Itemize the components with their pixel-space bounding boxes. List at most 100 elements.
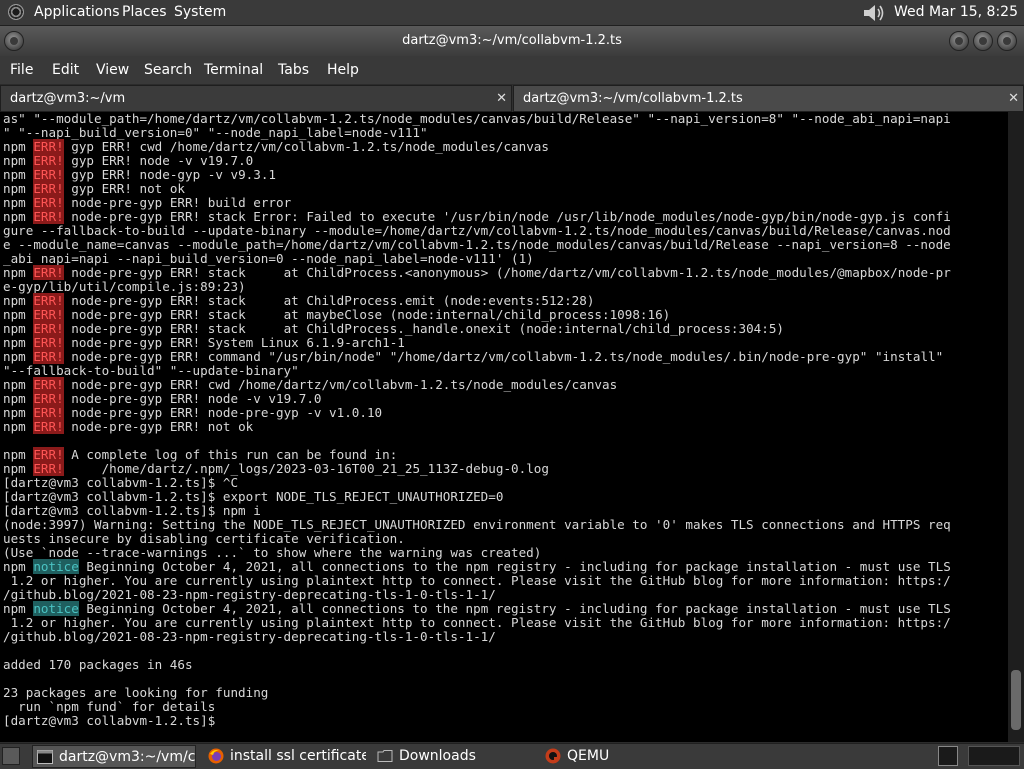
terminal-text-segment: npm: [3, 265, 34, 280]
terminal-text-segment: node-pre-gyp ERR! build error: [63, 195, 292, 210]
terminal-text-segment: npm: [3, 209, 34, 224]
scrollbar-thumb[interactable]: [1011, 670, 1021, 730]
terminal-line: npm ERR! node-pre-gyp ERR! command "/usr…: [3, 349, 951, 364]
terminal-line: uests insecure by disabling certificate …: [3, 532, 951, 546]
terminal-line: run `npm fund` for details: [3, 700, 951, 714]
menu-search[interactable]: Search: [144, 56, 192, 84]
terminal-text-segment: /home/dartz/.npm/_logs/2023-03-16T00_21_…: [63, 461, 549, 476]
terminal-text-segment: gure --fallback-to-build --update-binary…: [3, 223, 951, 238]
terminal-text-segment: node-pre-gyp ERR! stack at ChildProcess.…: [63, 293, 595, 308]
tab-label: dartz@vm3:~/vm/collabvm-1.2.ts: [523, 91, 743, 106]
terminal-text-segment: npm: [3, 461, 34, 476]
menu-file[interactable]: File: [10, 56, 33, 84]
firefox-icon: [208, 748, 224, 764]
terminal-text-segment: node-pre-gyp ERR! stack Error: Failed to…: [63, 209, 951, 224]
tab-bar: dartz@vm3:~/vm ✕ dartz@vm3:~/vm/collabvm…: [0, 85, 1024, 112]
terminal-text-segment: npm: [3, 601, 34, 616]
terminal-text-segment: npm: [3, 335, 34, 350]
applications-menu[interactable]: Applications: [34, 0, 120, 25]
terminal-text-segment: npm: [3, 391, 34, 406]
npm-err-badge: ERR!: [33, 153, 64, 168]
terminal-line: npm ERR! gyp ERR! node -v v19.7.0: [3, 153, 951, 168]
terminal-text-segment: /github.blog/2021-08-23-npm-registry-dep…: [3, 587, 496, 602]
terminal-text-segment: node-pre-gyp ERR! System Linux 6.1.9-arc…: [63, 335, 405, 350]
terminal-line: e --module_name=canvas --module_path=/ho…: [3, 238, 951, 252]
clock[interactable]: Wed Mar 15, 8:25 PM: [894, 0, 1024, 45]
terminal-text-segment: npm: [3, 349, 34, 364]
terminal-line: added 170 packages in 46s: [3, 658, 951, 672]
maximize-button[interactable]: [973, 31, 993, 51]
terminal-text-segment: _abi_napi=napi --napi_build_version=0 --…: [3, 251, 534, 266]
npm-err-badge: ERR!: [33, 167, 64, 182]
taskbar-item-firefox[interactable]: install ssl certificate ...: [204, 745, 368, 768]
taskbar-item-label: Downloads: [399, 748, 476, 764]
terminal-line: npm ERR! gyp ERR! cwd /home/dartz/vm/col…: [3, 139, 951, 154]
menu-tabs[interactable]: Tabs: [278, 56, 309, 84]
terminal-line: npm ERR! node-pre-gyp ERR! stack at Chil…: [3, 265, 951, 280]
show-desktop-icon[interactable]: [2, 747, 20, 765]
menu-edit[interactable]: Edit: [52, 56, 79, 84]
places-menu[interactable]: Places: [122, 0, 167, 25]
tab-vm[interactable]: dartz@vm3:~/vm ✕: [0, 85, 512, 112]
terminal-line: "--fallback-to-build" "--update-binary": [3, 364, 951, 378]
taskbar-item-terminal[interactable]: dartz@vm3:~/vm/c...: [32, 745, 196, 768]
terminal-text-segment: node-pre-gyp ERR! stack at ChildProcess.…: [63, 265, 951, 280]
terminal-text-segment: npm: [3, 419, 34, 434]
terminal-text-segment: e --module_name=canvas --module_path=/ho…: [3, 237, 951, 252]
close-tab-icon[interactable]: ✕: [496, 86, 507, 111]
terminal-text-segment: node-pre-gyp ERR! stack at ChildProcess.…: [63, 321, 784, 336]
terminal-line: npm ERR! node-pre-gyp ERR! System Linux …: [3, 335, 951, 350]
workspace-switcher[interactable]: [968, 746, 1020, 766]
qemu-icon: [545, 748, 561, 764]
terminal-text-segment: 1.2 or higher. You are currently using p…: [3, 573, 951, 588]
terminal-line: npm ERR! gyp ERR! node-gyp -v v9.3.1: [3, 167, 951, 182]
terminal-text-segment: run `npm fund` for details: [3, 699, 216, 714]
terminal-line: " "--napi_build_version=0" "--node_napi_…: [3, 126, 951, 140]
terminal-line: gure --fallback-to-build --update-binary…: [3, 224, 951, 238]
npm-err-badge: ERR!: [33, 335, 64, 350]
npm-err-badge: ERR!: [33, 293, 64, 308]
close-tab-icon[interactable]: ✕: [1008, 86, 1019, 111]
terminal-text-segment: node-pre-gyp ERR! node -v v19.7.0: [63, 391, 322, 406]
terminal-text-segment: gyp ERR! cwd /home/dartz/vm/collabvm-1.2…: [63, 139, 549, 154]
npm-notice-badge: notice: [33, 559, 79, 574]
close-window-button[interactable]: [997, 31, 1017, 51]
minimize-button[interactable]: [949, 31, 969, 51]
terminal-line: npm ERR! gyp ERR! not ok: [3, 181, 951, 196]
terminal-line: npm ERR! node-pre-gyp ERR! cwd /home/dar…: [3, 377, 951, 392]
monitor-icon[interactable]: [938, 746, 958, 766]
terminal-text-segment: uests insecure by disabling certificate …: [3, 531, 405, 546]
terminal-text-segment: "--fallback-to-build" "--update-binary": [3, 363, 299, 378]
menu-terminal[interactable]: Terminal: [204, 56, 263, 84]
taskbar-item-downloads[interactable]: Downloads: [373, 745, 537, 768]
terminal-line: 23 packages are looking for funding: [3, 686, 951, 700]
terminal-text-segment: npm: [3, 307, 34, 322]
terminal-line: e-gyp/lib/util/compile.js:89:23): [3, 280, 951, 294]
terminal-text-segment: 1.2 or higher. You are currently using p…: [3, 615, 951, 630]
menu-view[interactable]: View: [96, 56, 129, 84]
terminal-text-segment: Beginning October 4, 2021, all connectio…: [78, 601, 951, 616]
scrollbar[interactable]: [1008, 112, 1024, 742]
terminal-line: /github.blog/2021-08-23-npm-registry-dep…: [3, 630, 951, 644]
terminal-line: npm ERR! node-pre-gyp ERR! stack at Chil…: [3, 321, 951, 336]
npm-err-badge: ERR!: [33, 349, 64, 364]
menu-bar: File Edit View Search Terminal Tabs Help: [0, 56, 1024, 84]
terminal-text-segment: 23 packages are looking for funding: [3, 685, 269, 700]
terminal-line: npm ERR! node-pre-gyp ERR! stack at mayb…: [3, 307, 951, 322]
menu-help[interactable]: Help: [327, 56, 359, 84]
terminal-text: as" "--module_path=/home/dartz/vm/collab…: [3, 112, 951, 728]
applications-menu-icon[interactable]: [8, 4, 24, 20]
npm-err-badge: ERR!: [33, 377, 64, 392]
terminal-line: 1.2 or higher. You are currently using p…: [3, 574, 951, 588]
tab-collabvm[interactable]: dartz@vm3:~/vm/collabvm-1.2.ts ✕: [513, 85, 1024, 112]
npm-err-badge: ERR!: [33, 419, 64, 434]
volume-icon[interactable]: [862, 3, 886, 23]
window-title: dartz@vm3:~/vm/collabvm-1.2.ts: [402, 33, 622, 48]
tab-label: dartz@vm3:~/vm: [10, 91, 126, 106]
taskbar-item-qemu[interactable]: QEMU: [541, 745, 705, 768]
npm-err-badge: ERR!: [33, 195, 64, 210]
window-titlebar[interactable]: dartz@vm3:~/vm/collabvm-1.2.ts: [0, 26, 1024, 56]
terminal-output[interactable]: as" "--module_path=/home/dartz/vm/collab…: [0, 112, 1008, 742]
system-menu[interactable]: System: [174, 0, 226, 25]
